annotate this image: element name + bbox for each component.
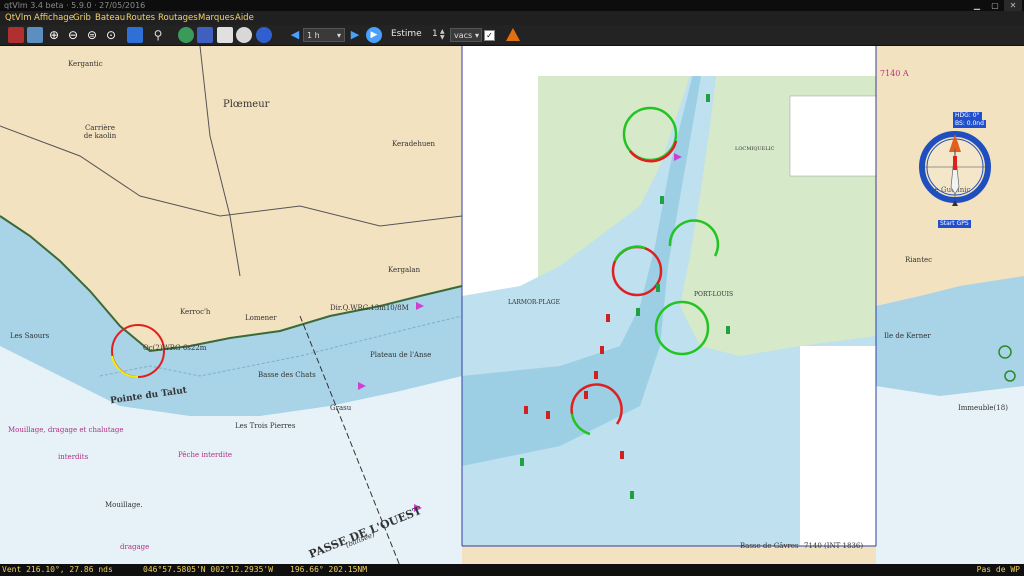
refresh-icon[interactable] — [256, 27, 272, 43]
place-label: dragage — [120, 543, 150, 551]
place-label: Les Saours — [10, 332, 50, 340]
boat-icon[interactable] — [8, 27, 24, 43]
heading-readout: HDG: 0° — [953, 112, 982, 120]
place-label: Basse de Gâvres — [740, 542, 799, 550]
boat-compass-widget[interactable]: HDG: 0° BS: 0.0nd Start GPS — [918, 112, 992, 228]
window-controls: ▁ ▢ ✕ — [968, 0, 1022, 11]
menu-marques[interactable]: Marques — [198, 11, 234, 25]
place-label: Riantec — [905, 256, 933, 264]
status-bar: Vent 216.10°, 27.86 nds 046°57.5805'N 00… — [0, 564, 1024, 576]
place-label: LARMOR-PLAGE — [508, 299, 560, 306]
menu-routes[interactable]: Routes — [126, 11, 155, 25]
place-label: Mouillage. — [105, 501, 143, 509]
zoom-fit-icon[interactable]: ⊜ — [84, 27, 100, 43]
estime-unit-select[interactable]: vacs ▾ — [450, 28, 482, 42]
title-bar: qtVlm 3.4 beta · 5.9.0 · 27/05/2016 ▁ ▢ … — [0, 0, 1024, 11]
place-label: LOCMIQUELIC — [735, 146, 775, 152]
close-button[interactable]: ✕ — [1004, 0, 1022, 11]
wind-readout: Vent 216.10°, 27.86 nds — [2, 565, 113, 574]
start-gps-button[interactable]: Start GPS — [938, 220, 971, 228]
flag-icon[interactable] — [217, 27, 233, 43]
spinner-icon[interactable]: ▲ ▼ — [440, 29, 445, 41]
menu-routages[interactable]: Routages — [158, 11, 198, 25]
menu-grib[interactable]: Grib — [73, 11, 91, 25]
estime-unit-value: vacs — [454, 31, 473, 40]
inset-blank-br — [800, 346, 876, 546]
place-label: Pêche interdite — [178, 451, 233, 459]
chevron-down-icon: ▾ — [336, 31, 341, 40]
place-label: Mouillage, dragage et chalutage — [8, 426, 124, 434]
inset-blank — [630, 46, 876, 76]
waypoint-status: Pas de WP — [976, 565, 1020, 574]
menu-qtvlm[interactable]: QtVlm — [5, 11, 31, 25]
globe-icon[interactable] — [178, 27, 194, 43]
maximize-button[interactable]: ▢ — [986, 0, 1004, 11]
place-label: Kerroc'h — [180, 308, 211, 316]
place-label: PORT-LOUIS — [694, 291, 734, 298]
sea-right-deep — [876, 386, 1024, 564]
chevron-down-icon: ▾ — [474, 31, 479, 40]
cursor-position: 046°57.5805'N 002°12.2935'W — [143, 565, 274, 574]
time-step-value: 1 h — [307, 31, 320, 40]
place-label: Plœmeur — [223, 99, 270, 110]
menu-bar: QtVlm Affichage Grib Bateau Routes Routa… — [0, 11, 1024, 25]
menu-affichage[interactable]: Affichage — [34, 11, 74, 25]
place-label: Kergantic — [68, 60, 103, 68]
place-label: Kergalan — [388, 266, 421, 274]
step-back-icon[interactable]: ◀ — [287, 27, 303, 43]
chart-number: 7140 (INT 1836) — [804, 542, 864, 550]
time-step-select[interactable]: 1 h ▾ — [303, 28, 345, 42]
estime-checkbox[interactable]: ✓ — [484, 30, 495, 41]
light-label: Dir.Q.WRG.13m10/8M — [330, 304, 409, 312]
chart-number: 7140 A — [880, 69, 909, 78]
step-forward-icon[interactable]: ▶ — [347, 27, 363, 43]
warning-icon[interactable] — [506, 28, 520, 41]
window-title: qtVlm 3.4 beta · 5.9.0 · 27/05/2016 — [4, 1, 146, 10]
zoom-all-icon[interactable]: ⊙ — [103, 27, 119, 43]
minimize-button[interactable]: ▁ — [968, 0, 986, 11]
play-icon[interactable]: ▶ — [366, 27, 382, 43]
search-icon[interactable]: ⚲ — [150, 27, 166, 43]
grib-icon[interactable] — [197, 27, 213, 43]
bearing-distance: 196.66° 202.15NM — [290, 565, 368, 574]
place-label: interdits — [58, 453, 89, 461]
place-label: Basse des Chats — [258, 371, 316, 379]
map-icon[interactable] — [27, 27, 43, 43]
place-label: Les Trois Pierres — [235, 422, 296, 430]
light-label: Oc(2)WRG 6s22m — [143, 344, 207, 352]
menu-bateau[interactable]: Bateau — [95, 11, 125, 25]
chart-legend-box — [789, 95, 877, 177]
menu-aide[interactable]: Aide — [235, 11, 254, 25]
place-label: Carrière de kaolin — [83, 124, 117, 140]
estime-value[interactable]: 1 — [432, 29, 438, 39]
zoom-in-icon[interactable]: ⊕ — [46, 27, 62, 43]
select-zone-icon[interactable] — [127, 27, 143, 43]
place-label: Grasu — [330, 404, 352, 412]
place-label: Lomener — [245, 314, 277, 322]
clock-icon[interactable] — [236, 27, 252, 43]
place-label: Ile de Kerner — [884, 332, 931, 340]
toolbar: ⊕ ⊖ ⊜ ⊙ ⚲ ◀ 1 h ▾ ▶ ▶ Estime 1 ▲ ▼ vacs ▾ ✓ — [0, 25, 1024, 46]
speed-readout: BS: 0.0nd — [953, 120, 986, 128]
place-label: Plateau de l'Anse — [370, 351, 432, 359]
place-label: Immeuble(18) — [958, 404, 1008, 412]
place-label: Keradehuen — [392, 140, 435, 148]
chart-map[interactable]: Plœmeur Kerroc'h Lomener Pointe du Talut… — [0, 46, 1024, 564]
estime-label: Estime — [391, 29, 422, 39]
zoom-out-icon[interactable]: ⊖ — [65, 27, 81, 43]
